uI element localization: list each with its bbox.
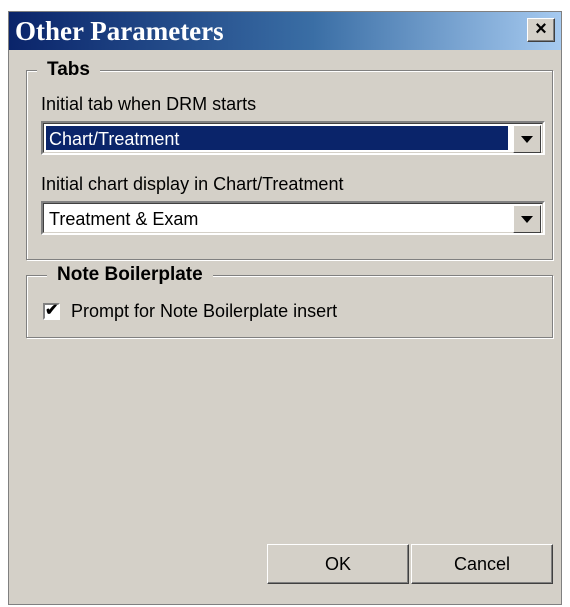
prompt-boilerplate-checkbox[interactable]: ✔ [43, 302, 60, 320]
prompt-boilerplate-label[interactable]: Prompt for Note Boilerplate insert [71, 300, 337, 322]
initial-chart-value: Treatment & Exam [49, 209, 199, 229]
note-boilerplate-groupbox: Note Boilerplate ✔ Prompt for Note Boile… [26, 264, 553, 338]
tabs-group-legend: Tabs [37, 59, 100, 81]
cancel-button[interactable]: Cancel [411, 544, 553, 584]
initial-tab-value: Chart/Treatment [46, 126, 508, 150]
initial-tab-select[interactable]: Chart/Treatment [41, 121, 545, 155]
initial-tab-label: Initial tab when DRM starts [41, 94, 257, 114]
note-boilerplate-legend: Note Boilerplate [47, 264, 213, 286]
initial-tab-dropdown-button[interactable] [513, 125, 541, 153]
title-bar[interactable]: Other Parameters × [9, 12, 561, 50]
checkmark-icon: ✔ [45, 302, 59, 319]
chevron-down-icon [521, 136, 533, 143]
dialog-title: Other Parameters [15, 16, 224, 46]
dialog-window: Other Parameters × Tabs Initial tab when… [8, 11, 562, 605]
tabs-groupbox: Tabs Initial tab when DRM starts Chart/T… [26, 59, 553, 260]
initial-chart-select[interactable]: Treatment & Exam [41, 201, 545, 235]
initial-chart-label: Initial chart display in Chart/Treatment [41, 174, 344, 194]
initial-chart-dropdown-button[interactable] [513, 205, 541, 233]
close-button[interactable]: × [527, 18, 555, 42]
chevron-down-icon [521, 216, 533, 223]
ok-button[interactable]: OK [267, 544, 409, 584]
close-icon: × [535, 18, 547, 40]
